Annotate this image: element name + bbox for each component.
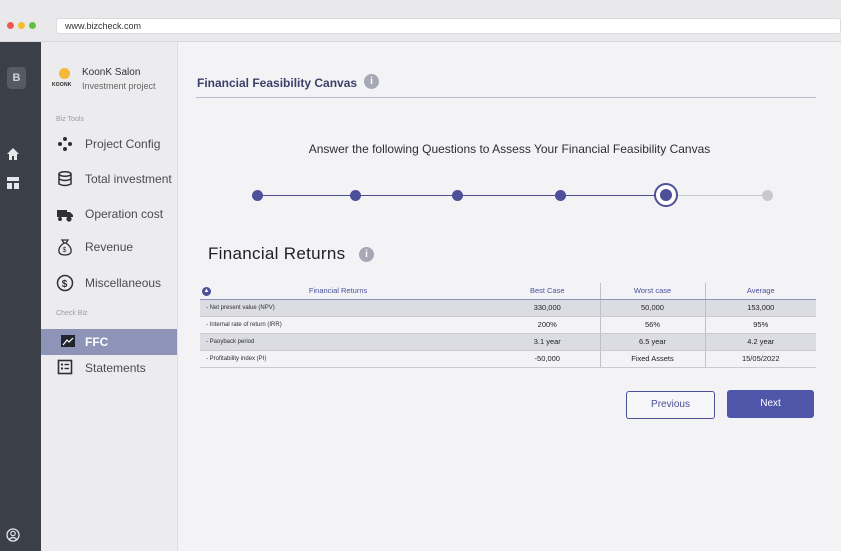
average-cell: 15/05/2022	[704, 350, 816, 368]
truck-icon	[56, 205, 74, 223]
row-label: - Net present value (NPV)	[200, 299, 495, 317]
best-case-cell: -50,000	[495, 350, 600, 368]
worst-case-cell: 56%	[599, 316, 705, 334]
sidebar-item-label: Miscellaneous	[85, 276, 162, 290]
step-2-dot[interactable]	[350, 190, 361, 201]
next-button[interactable]: Next	[727, 390, 814, 418]
browser-toolbar: www.bizcheck.com	[0, 0, 841, 42]
average-cell: 153,000	[704, 299, 816, 317]
table-row: - Profitability index (PI) -50,000 Fixed…	[200, 350, 816, 368]
sidebar-item-label: FFC	[85, 335, 109, 349]
project-brand[interactable]: KOONK KoonK Salon Investment project	[49, 66, 174, 106]
sidebar: KOONK KoonK Salon Investment project Biz…	[41, 42, 178, 551]
table-header-row: ▲ Financial Returns Best Case Worst case…	[200, 283, 816, 300]
sidebar-item-operation-cost[interactable]: Operation cost	[53, 201, 177, 227]
money-bag-icon: $	[56, 238, 74, 256]
step-1-dot[interactable]	[252, 190, 263, 201]
close-window-icon[interactable]	[7, 22, 14, 29]
sidebar-item-ffc[interactable]: FFC	[41, 329, 177, 355]
svg-text:$: $	[62, 279, 68, 290]
sidebar-item-label: Revenue	[85, 240, 134, 254]
step-4-dot[interactable]	[555, 190, 566, 201]
section-label-check-biz: Check Biz	[56, 310, 88, 317]
section-title: Financial Returns	[208, 244, 346, 263]
nodes-icon	[56, 135, 74, 153]
address-bar[interactable]: www.bizcheck.com	[56, 18, 841, 34]
average-cell: 95%	[704, 316, 816, 334]
minimize-window-icon[interactable]	[18, 22, 25, 29]
average-cell: 4.2 year	[704, 333, 816, 351]
question-prompt: Answer the following Questions to Assess…	[308, 142, 711, 156]
step-6-dot[interactable]	[762, 190, 773, 201]
column-header-average: Average	[704, 283, 816, 300]
app-logo[interactable]: B	[7, 67, 26, 89]
dollar-circle-icon: $	[56, 274, 74, 292]
column-header-worst-case: Worst case	[599, 283, 705, 300]
main-content: Financial Feasibility Canvas i Answer th…	[178, 42, 841, 551]
progress-stepper	[178, 177, 841, 217]
best-case-cell: 200%	[495, 316, 600, 334]
section-label-biz-tools: Biz Tools	[56, 116, 84, 123]
step-3-dot[interactable]	[452, 190, 463, 201]
step-5-current-dot[interactable]	[654, 183, 678, 207]
sidebar-item-label: Project Config	[85, 137, 161, 151]
sidebar-item-total-investment[interactable]: Total investment	[53, 166, 177, 192]
worst-case-cell: Fixed Assets	[599, 350, 705, 368]
financial-returns-table: ▲ Financial Returns Best Case Worst case…	[200, 283, 816, 368]
sidebar-item-label: Statements	[85, 361, 146, 375]
statement-icon	[56, 359, 74, 377]
maximize-window-icon[interactable]	[29, 22, 36, 29]
info-icon[interactable]: i	[364, 74, 379, 89]
page-title: Financial Feasibility Canvas	[197, 76, 358, 90]
svg-text:$: $	[63, 247, 67, 254]
sidebar-item-label: Total investment	[85, 172, 172, 186]
dashboard-icon[interactable]	[6, 176, 20, 193]
app-rail: B	[0, 42, 41, 551]
column-header: Financial Returns	[308, 285, 368, 295]
info-icon[interactable]: i	[359, 247, 374, 262]
previous-button[interactable]: Previous	[626, 391, 715, 419]
sidebar-item-revenue[interactable]: $ Revenue	[53, 234, 177, 260]
title-divider	[196, 97, 816, 98]
best-case-cell: 3.1 year	[495, 333, 600, 351]
collapse-icon[interactable]: ▲	[202, 286, 211, 296]
canvas-icon	[59, 333, 77, 351]
project-name: KoonK Salon	[82, 67, 141, 78]
worst-case-cell: 6.5 year	[599, 333, 705, 351]
user-circle-icon[interactable]	[6, 528, 20, 545]
table-header-financial-returns: ▲ Financial Returns	[200, 283, 495, 300]
database-icon	[56, 170, 74, 188]
home-icon[interactable]	[6, 147, 20, 164]
project-subtitle: Investment project	[82, 81, 156, 91]
best-case-cell: 330,000	[495, 299, 600, 317]
worst-case-cell: 50,000	[599, 299, 705, 317]
brand-logo: KOONK	[52, 68, 78, 94]
sidebar-item-label: Operation cost	[85, 207, 164, 221]
stepper-line-pending	[677, 195, 768, 196]
column-header-best-case: Best Case	[495, 283, 600, 300]
row-label: - Profitability index (PI)	[200, 350, 495, 368]
table-row: - Internal rate of return (IRR) 200% 56%…	[200, 316, 816, 334]
sidebar-item-statements[interactable]: Statements	[53, 355, 177, 381]
sidebar-item-project-config[interactable]: Project Config	[53, 131, 177, 157]
table-row: - Net present value (NPV) 330,000 50,000…	[200, 299, 816, 317]
row-label: - Paoyback period	[200, 333, 495, 351]
sidebar-item-miscellaneous[interactable]: $ Miscellaneous	[53, 270, 177, 296]
table-row: - Paoyback period 3.1 year 6.5 year 4.2 …	[200, 333, 816, 351]
row-label: - Internal rate of return (IRR)	[200, 316, 495, 334]
